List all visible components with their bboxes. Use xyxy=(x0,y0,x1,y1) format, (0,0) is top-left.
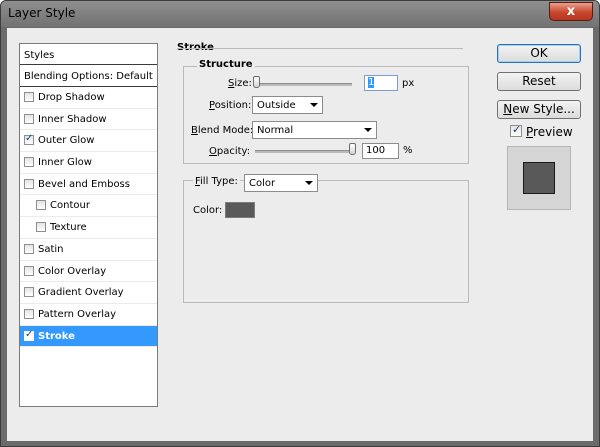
style-item-label: Color Overlay xyxy=(38,265,107,277)
style-item[interactable]: Gradient Overlay xyxy=(20,282,157,304)
chevron-down-icon xyxy=(364,128,372,132)
opacity-label: Opacity: xyxy=(209,146,251,157)
opacity-slider-thumb[interactable] xyxy=(349,143,356,155)
style-checkbox[interactable] xyxy=(24,329,34,341)
opacity-unit: % xyxy=(403,145,413,156)
style-item[interactable]: Satin xyxy=(20,239,157,261)
style-checkbox[interactable] xyxy=(24,178,34,189)
styles-list: Styles Blending Options: Default Drop Sh… xyxy=(19,43,158,407)
style-item[interactable]: Drop Shadow xyxy=(20,87,157,109)
style-checkbox[interactable] xyxy=(24,113,34,124)
window-title: Layer Style xyxy=(8,6,76,20)
ok-button[interactable]: OK xyxy=(497,44,581,63)
position-value: Outside xyxy=(257,100,296,111)
close-icon: x xyxy=(566,4,576,19)
style-item[interactable]: Bevel and Emboss xyxy=(20,174,157,196)
blending-options-item[interactable]: Blending Options: Default xyxy=(20,65,157,87)
style-checkbox[interactable] xyxy=(24,265,34,276)
fill-type-label: Fill Type: xyxy=(193,176,240,187)
size-value: 1 xyxy=(368,77,375,88)
style-checkbox[interactable] xyxy=(36,200,46,211)
style-checkbox[interactable] xyxy=(24,243,34,254)
chevron-down-icon xyxy=(310,103,318,107)
style-item[interactable]: Pattern Overlay xyxy=(20,304,157,326)
style-item-label: Stroke xyxy=(38,330,75,342)
style-item-label: Outer Glow xyxy=(38,135,95,147)
size-input[interactable]: 1 xyxy=(364,75,398,91)
styles-header[interactable]: Styles xyxy=(20,44,157,65)
style-preview xyxy=(507,146,571,210)
new-style-button[interactable]: New Style... xyxy=(497,100,581,119)
style-checkbox[interactable] xyxy=(36,222,46,233)
style-item-label: Inner Glow xyxy=(38,157,92,169)
position-select[interactable]: Outside xyxy=(252,96,323,114)
style-item-label: Texture xyxy=(50,222,87,234)
style-checkbox[interactable] xyxy=(24,287,34,298)
size-unit: px xyxy=(402,78,415,89)
style-checkbox[interactable] xyxy=(24,92,34,102)
style-item[interactable]: Stroke xyxy=(20,325,157,348)
reset-button[interactable]: Reset xyxy=(497,72,581,91)
chevron-down-icon xyxy=(305,181,313,185)
style-item-label: Pattern Overlay xyxy=(38,308,117,320)
style-checkbox[interactable] xyxy=(24,133,34,146)
preview-swatch xyxy=(523,162,555,194)
fill-group xyxy=(183,180,469,303)
style-item[interactable]: Contour xyxy=(20,195,157,218)
style-item-label: Gradient Overlay xyxy=(38,287,124,299)
position-label: Position: xyxy=(209,100,252,111)
style-item-label: Inner Shadow xyxy=(38,113,107,125)
close-button[interactable]: x xyxy=(549,2,593,21)
preview-label: Preview xyxy=(526,125,573,139)
blend-mode-label: Blend Mode: xyxy=(191,125,254,136)
blend-mode-value: Normal xyxy=(257,125,294,136)
style-items: Drop Shadow Inner Shadow Outer Glow Inner G… xyxy=(20,87,157,348)
style-item[interactable]: Color Overlay xyxy=(20,261,157,283)
fill-type-select[interactable]: Color xyxy=(244,174,318,192)
style-item[interactable]: Outer Glow xyxy=(20,130,157,153)
structure-title: Structure xyxy=(197,59,255,70)
opacity-slider-track[interactable] xyxy=(255,150,355,153)
opacity-input[interactable]: 100 xyxy=(362,143,399,159)
layer-style-window: Layer Style x Styles Blending Options: D… xyxy=(0,0,600,447)
style-item-label: Satin xyxy=(38,243,64,255)
style-item-label: Bevel and Emboss xyxy=(38,178,130,190)
fill-type-value: Color xyxy=(249,178,276,189)
preview-checkbox[interactable] xyxy=(510,123,522,137)
style-item[interactable]: Inner Shadow xyxy=(20,109,157,131)
dialog-client: Styles Blending Options: Default Drop Sh… xyxy=(7,28,593,441)
size-label: Size: xyxy=(228,78,252,89)
style-checkbox[interactable] xyxy=(24,308,34,319)
color-swatch[interactable] xyxy=(225,202,255,218)
size-slider-thumb[interactable] xyxy=(252,76,260,88)
style-item[interactable]: Texture xyxy=(20,217,157,239)
opacity-value: 100 xyxy=(366,145,386,156)
style-item[interactable]: Inner Glow xyxy=(20,152,157,174)
size-slider-track[interactable] xyxy=(255,83,352,86)
color-label: Color: xyxy=(193,205,223,216)
style-checkbox[interactable] xyxy=(24,157,34,168)
style-item-label: Drop Shadow xyxy=(38,92,105,103)
title-bar[interactable]: Layer Style x xyxy=(1,1,599,27)
style-item-label: Contour xyxy=(50,200,90,212)
blend-mode-select[interactable]: Normal xyxy=(252,121,377,139)
